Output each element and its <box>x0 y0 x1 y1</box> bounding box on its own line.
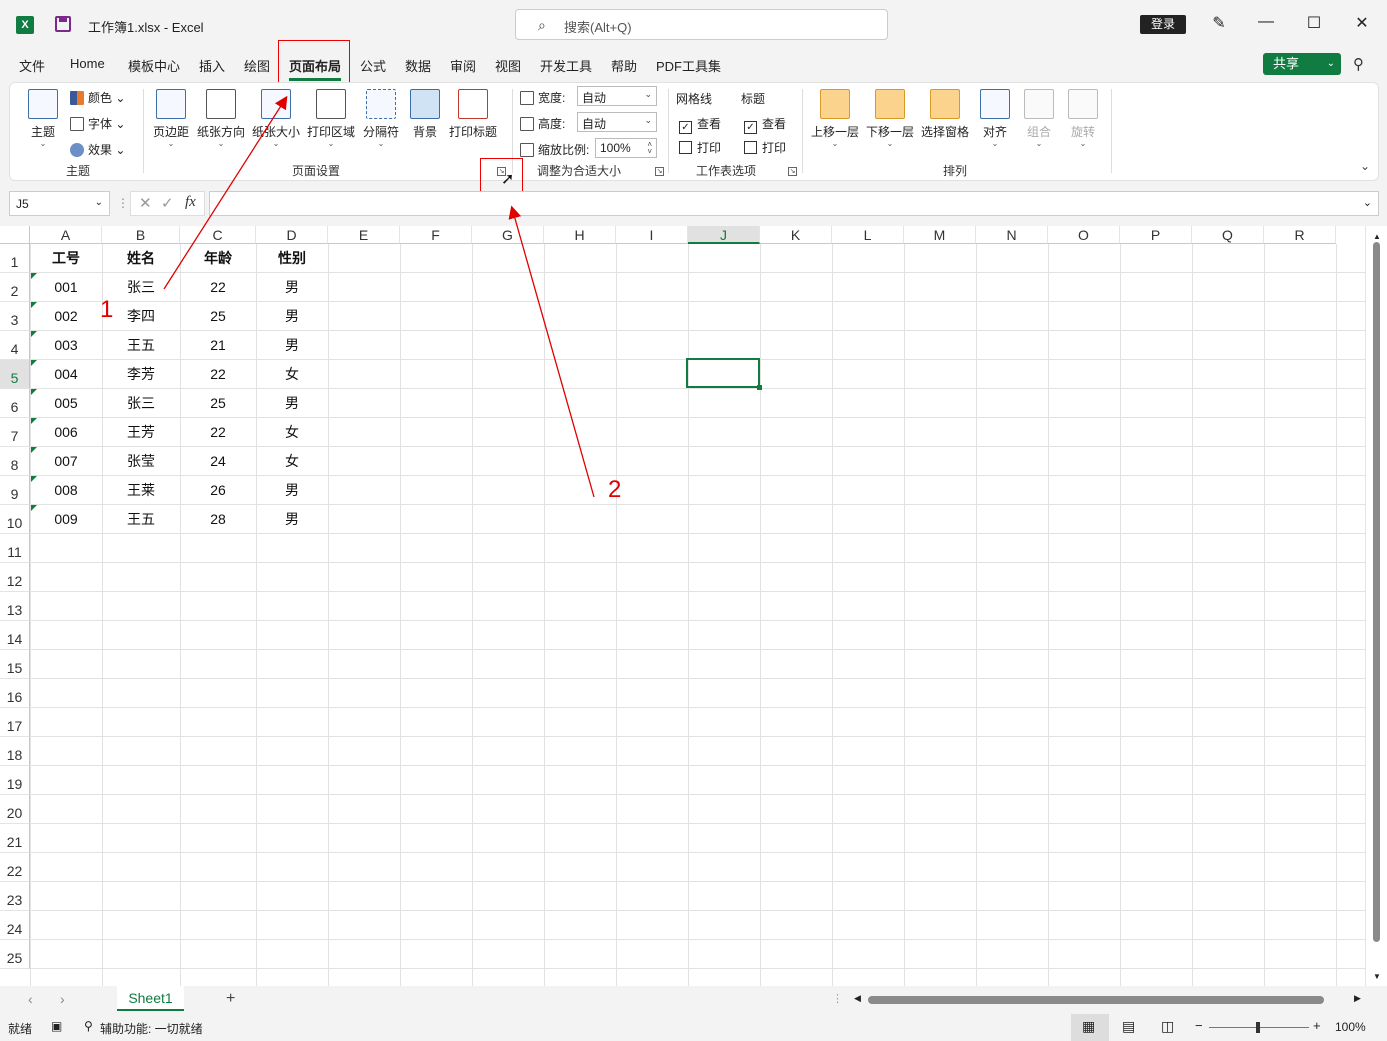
annotation-arrows <box>163 95 595 498</box>
zoom-slider-thumb[interactable] <box>1256 1022 1260 1033</box>
status-bar: 就绪 ▣ ⚲ 辅助功能: 一切就绪 ▦ ▤ ◫ − + 100% <box>0 1014 1387 1041</box>
grid-view-icon: ▦ <box>1082 1018 1096 1034</box>
annotation-arrow-1 <box>163 95 288 290</box>
accessibility-icon[interactable]: ⚲ <box>84 1019 93 1033</box>
zoom-out-icon[interactable]: − <box>1195 1018 1203 1033</box>
annotation-label-2: 2 <box>608 476 622 503</box>
macro-record-icon[interactable]: ▣ <box>51 1019 62 1033</box>
annotation-arrow-2 <box>508 205 595 498</box>
next-sheet-icon[interactable]: › <box>60 991 65 1007</box>
ready-status: 就绪 <box>8 1022 33 1036</box>
scroll-left-icon[interactable]: ◀ <box>854 993 861 1004</box>
normal-view-button[interactable]: ▦ <box>1071 1014 1109 1041</box>
accessibility-status[interactable]: 辅助功能: 一切就绪 <box>100 1020 203 1037</box>
sheet-tab-bar: ‹ › Sheet1 + ⋮ ◀ ▶ <box>0 986 1387 1014</box>
annotation-label-1: 1 <box>100 296 114 323</box>
horizontal-scroll-thumb[interactable] <box>868 996 1324 1004</box>
splitter-handle-icon[interactable]: ⋮ <box>832 992 843 1005</box>
zoom-in-icon[interactable]: + <box>1313 1018 1321 1033</box>
prev-sheet-icon[interactable]: ‹ <box>28 991 33 1007</box>
sheet-tab-sheet1[interactable]: Sheet1 <box>117 986 184 1011</box>
add-sheet-icon[interactable]: + <box>226 990 235 1008</box>
page-break-view-icon[interactable]: ◫ <box>1161 1018 1174 1035</box>
page-layout-view-icon[interactable]: ▤ <box>1122 1018 1135 1035</box>
scroll-right-icon[interactable]: ▶ <box>1354 993 1361 1004</box>
zoom-level[interactable]: 100% <box>1335 1020 1366 1034</box>
